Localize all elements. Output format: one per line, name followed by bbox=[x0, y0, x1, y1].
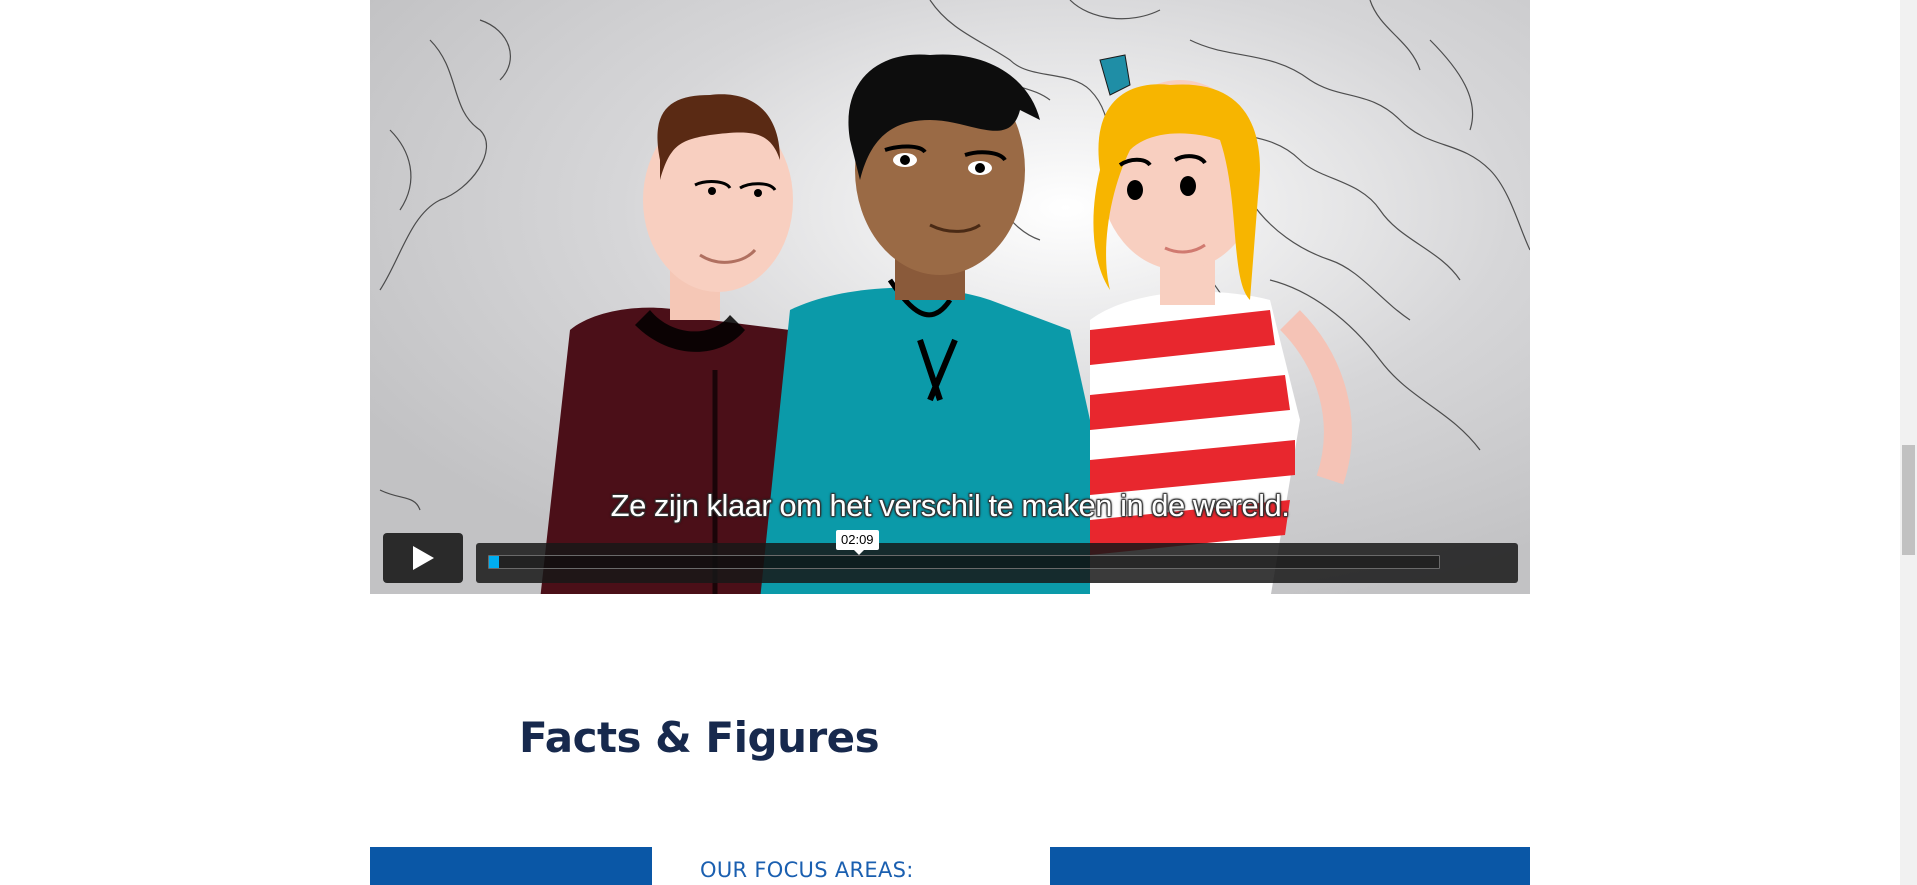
video-player[interactable]: Ze zijn klaar om het verschil te maken i… bbox=[370, 0, 1530, 594]
progress-bar[interactable] bbox=[488, 555, 1440, 569]
page-scrollbar[interactable] bbox=[1900, 0, 1917, 885]
play-icon bbox=[413, 546, 434, 570]
play-button[interactable] bbox=[383, 533, 463, 583]
scrollbar-thumb[interactable] bbox=[1902, 445, 1915, 555]
video-control-bar bbox=[476, 543, 1518, 583]
section-heading: Facts & Figures bbox=[519, 713, 880, 762]
time-tooltip: 02:09 bbox=[836, 530, 879, 555]
focus-block-right bbox=[1050, 847, 1530, 885]
focus-areas-label: OUR FOCUS AREAS: bbox=[700, 858, 914, 882]
focus-block-left bbox=[370, 847, 652, 885]
progress-played bbox=[489, 556, 499, 568]
video-subtitle: Ze zijn klaar om het verschil te maken i… bbox=[610, 488, 1290, 523]
